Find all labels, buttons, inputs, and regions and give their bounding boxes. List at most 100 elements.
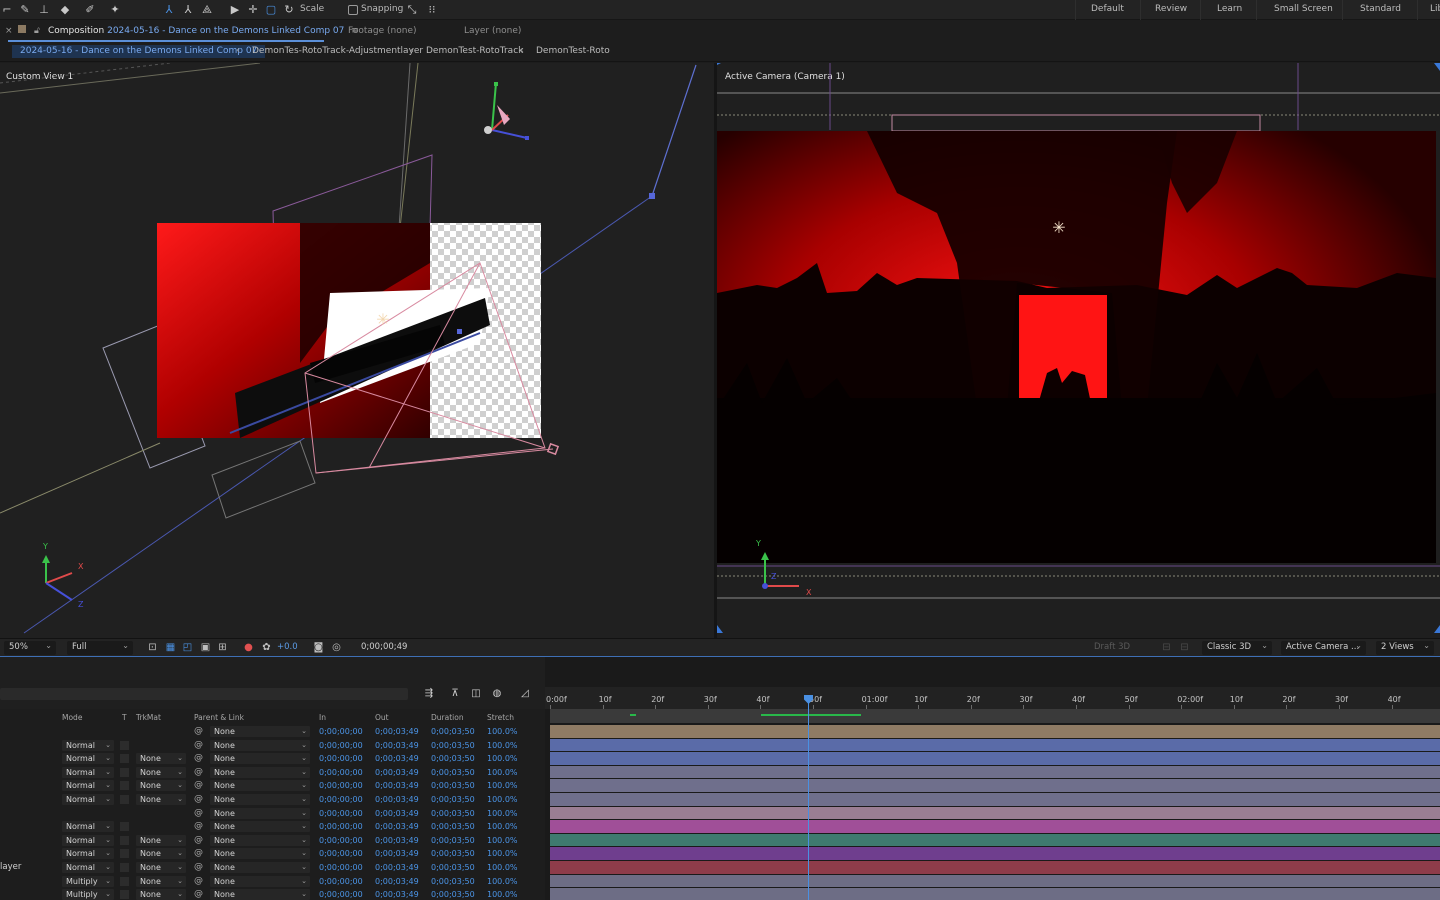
breadcrumb-rototrack-adjustment[interactable]: DemonTes-RotoTrack-Adjustmentlayer: [252, 46, 423, 56]
parent-pickwhip-icon[interactable]: @: [194, 740, 203, 751]
exposure-value[interactable]: +0.0: [277, 642, 298, 652]
layer-in-point[interactable]: 0;00;00;00: [319, 753, 363, 764]
parent-dropdown[interactable]: None ⌄: [210, 766, 310, 778]
layer-stretch[interactable]: 100.0%: [487, 740, 518, 751]
extended-viewer-icon[interactable]: ⊟: [1160, 641, 1173, 654]
draft-3d-icon[interactable]: ⊼: [448, 687, 462, 701]
layer-duration-bar[interactable]: [550, 725, 1440, 738]
layer-stretch[interactable]: 100.0%: [487, 780, 518, 791]
workspace-standard[interactable]: Standard: [1360, 4, 1401, 14]
preserve-transparency-toggle[interactable]: [120, 890, 129, 900]
layer-out-point[interactable]: 0;00;03;49: [375, 862, 419, 873]
preserve-transparency-toggle[interactable]: [120, 754, 129, 764]
layer-row[interactable]: Multiply ⌄ None ⌄ @ None ⌄ 0;00;00;00 0;00;03;49…: [0, 875, 545, 889]
blend-mode-dropdown[interactable]: Normal ⌄: [62, 766, 114, 778]
track-matte-dropdown[interactable]: None ⌄: [136, 794, 186, 805]
col-header-parent[interactable]: Parent & Link: [194, 713, 244, 722]
layer-duration[interactable]: 0;00;03;50: [431, 835, 475, 846]
parent-dropdown[interactable]: None ⌄: [210, 862, 310, 873]
layer-in-point[interactable]: 0;00;00;00: [319, 726, 363, 737]
guides-icon[interactable]: ▣: [199, 641, 212, 654]
parent-dropdown[interactable]: None ⌄: [210, 780, 310, 792]
layer-duration[interactable]: 0;00;03;50: [431, 753, 475, 764]
layer-row[interactable]: Normal ⌄ None ⌄ @ None ⌄ 0;00;00;00 0;00;03;49 0;…: [0, 834, 545, 848]
layer-row[interactable]: Normal ⌄ @ None ⌄ 0;00;00;00 0;00;03;49 0;00;03…: [0, 820, 545, 834]
parent-dropdown[interactable]: None ⌄: [210, 875, 310, 887]
layer-duration-bar[interactable]: [550, 806, 1440, 820]
hand-tool-icon[interactable]: ⌐: [0, 3, 14, 17]
parent-pickwhip-icon[interactable]: @: [194, 862, 203, 873]
layer-out-point[interactable]: 0;00;03;49: [375, 889, 419, 900]
preserve-transparency-toggle[interactable]: [120, 835, 129, 845]
layer-duration-bar[interactable]: [550, 833, 1440, 847]
brush-tool-icon[interactable]: ✎: [18, 3, 32, 17]
layer-row[interactable]: @ None ⌄ 0;00;00;00 0;00;03;49 0;00;03;50 100.…: [0, 807, 545, 821]
parent-dropdown[interactable]: None ⌄: [210, 848, 310, 860]
clone-stamp-icon[interactable]: ⊥: [37, 3, 51, 17]
parent-dropdown[interactable]: None ⌄: [210, 889, 310, 900]
magnification-dropdown[interactable]: 50% ⌄: [4, 641, 56, 655]
layer-out-point[interactable]: 0;00;03;49: [375, 767, 419, 778]
track-matte-dropdown[interactable]: None ⌄: [136, 834, 186, 846]
parent-dropdown[interactable]: None ⌄: [210, 726, 310, 737]
layer-out-point[interactable]: 0;00;03;49: [375, 726, 419, 737]
composition-flowchart-icon[interactable]: ⇶: [422, 687, 436, 701]
layer-stretch[interactable]: 100.0%: [487, 835, 518, 846]
renderer-dropdown[interactable]: Classic 3D ⌄: [1202, 641, 1272, 655]
track-matte-dropdown[interactable]: None ⌄: [136, 780, 186, 792]
layer-row[interactable]: Multiply ⌄ None ⌄ @ None ⌄ 0;00;00;00 0;00;03;49…: [0, 888, 545, 900]
camera-view-dropdown[interactable]: Active Camera ... ⌄: [1281, 641, 1366, 655]
track-matte-dropdown[interactable]: None ⌄: [136, 753, 186, 765]
layer-out-point[interactable]: 0;00;03;49: [375, 835, 419, 846]
camera-tool-icon[interactable]: ▢: [264, 3, 278, 17]
preserve-transparency-toggle[interactable]: [120, 863, 129, 872]
col-header-in[interactable]: In: [319, 713, 326, 722]
layer-in-point[interactable]: 0;00;00;00: [319, 889, 363, 900]
col-header-t[interactable]: T: [122, 713, 127, 722]
track-matte-dropdown[interactable]: None ⌄: [136, 875, 186, 887]
layer-stretch[interactable]: 100.0%: [487, 808, 518, 819]
snapping-checkbox[interactable]: [348, 5, 358, 15]
layer-in-point[interactable]: 0;00;00;00: [319, 862, 363, 873]
layer-out-point[interactable]: 0;00;03;49: [375, 876, 419, 887]
layer-stretch[interactable]: 100.0%: [487, 767, 518, 778]
graph-editor-icon[interactable]: ◿: [518, 687, 532, 701]
move-tool-icon[interactable]: ✛: [246, 3, 260, 17]
layer-duration-bar[interactable]: [550, 738, 1440, 752]
layer-in-point[interactable]: 0;00;00;00: [319, 821, 363, 832]
layer-out-point[interactable]: 0;00;03;49: [375, 808, 419, 819]
reset-exposure-icon[interactable]: ✿: [260, 641, 273, 654]
layer-out-point[interactable]: 0;00;03;49: [375, 780, 419, 791]
blend-mode-dropdown[interactable]: Normal ⌄: [62, 753, 114, 765]
resolution-dropdown[interactable]: Full ⌄: [67, 641, 133, 655]
layer-stretch[interactable]: 100.0%: [487, 794, 518, 805]
blend-mode-dropdown[interactable]: Multiply ⌄: [62, 889, 114, 900]
selection-tool-icon[interactable]: ▶: [228, 3, 242, 17]
layer-in-point[interactable]: 0;00;00;00: [319, 835, 363, 846]
layer-stretch[interactable]: 100.0%: [487, 753, 518, 764]
blend-mode-dropdown[interactable]: Normal ⌄: [62, 794, 114, 805]
layer-out-point[interactable]: 0;00;03;49: [375, 821, 419, 832]
parent-pickwhip-icon[interactable]: @: [194, 808, 203, 819]
view-axis-mode-icon[interactable]: ⟁: [200, 3, 214, 17]
layer-stretch[interactable]: 100.0%: [487, 848, 518, 859]
parent-dropdown[interactable]: None ⌄: [210, 821, 310, 833]
time-graph[interactable]: 0:00f 10f 20f 30f 40f 50f 01:00f 10f 20f 30f 40f 50…: [545, 657, 1440, 900]
footage-tab[interactable]: Footage (none): [348, 26, 417, 36]
layer-stretch[interactable]: 100.0%: [487, 821, 518, 832]
grid-options-icon[interactable]: ⊞: [216, 641, 229, 654]
layer-duration[interactable]: 0;00;03;50: [431, 794, 475, 805]
layer-in-point[interactable]: 0;00;00;00: [319, 767, 363, 778]
preserve-transparency-toggle[interactable]: [120, 781, 129, 791]
snapshot-camera-icon[interactable]: ◙: [312, 641, 325, 654]
parent-pickwhip-icon[interactable]: @: [194, 726, 203, 737]
lock-icon[interactable]: 🔓︎: [34, 26, 40, 36]
shy-layers-icon[interactable]: ◫: [469, 687, 483, 701]
layer-out-point[interactable]: 0;00;03;49: [375, 753, 419, 764]
layer-duration-bar[interactable]: [550, 847, 1440, 860]
layer-duration[interactable]: 0;00;03;50: [431, 808, 475, 819]
view-layout-dropdown[interactable]: 2 Views ⌄: [1376, 641, 1434, 655]
layer-duration-bar[interactable]: [550, 765, 1440, 779]
blend-mode-dropdown[interactable]: Normal ⌄: [62, 848, 114, 860]
col-header-mode[interactable]: Mode: [62, 713, 82, 722]
